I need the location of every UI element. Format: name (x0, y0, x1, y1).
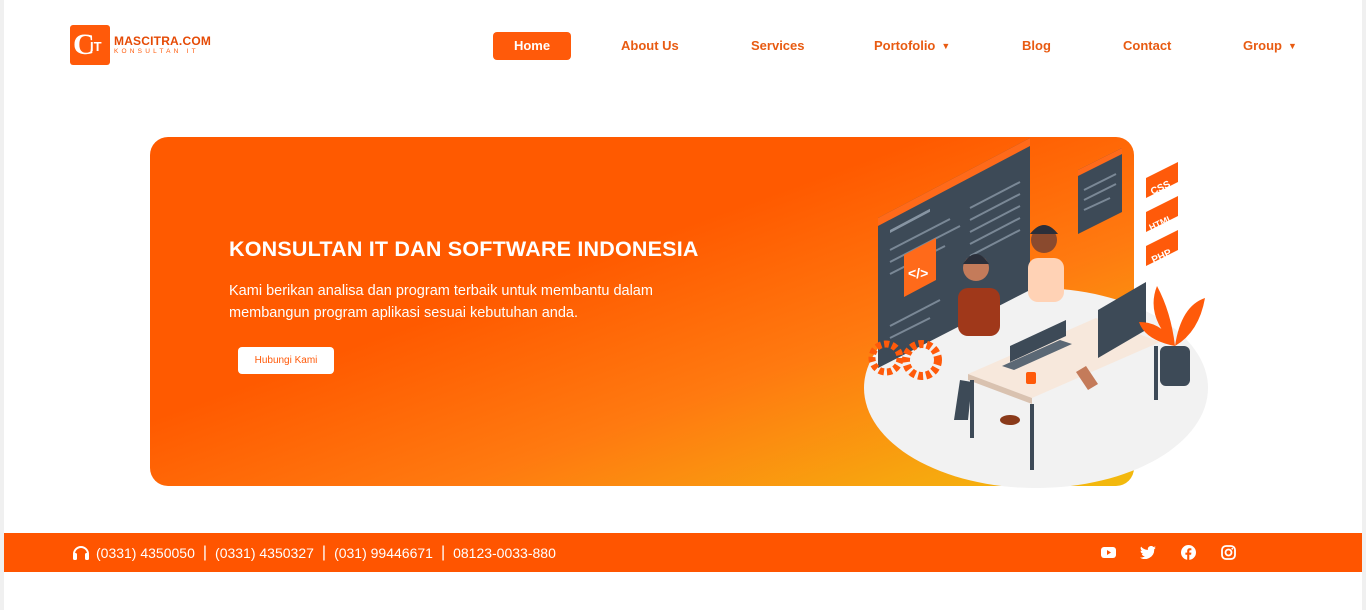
nav-portofolio-label: Portofolio (874, 38, 936, 53)
chevron-down-icon: ▼ (1288, 41, 1297, 51)
person-1-body (958, 288, 1000, 336)
separator: | (202, 543, 208, 561)
tag-css: CSS (1146, 162, 1178, 198)
brand-name: MASCITRA.COM (114, 34, 212, 48)
phone-number[interactable]: (031) 99446671 (334, 545, 433, 561)
chevron-down-icon: ▼ (941, 41, 951, 51)
plant-pot (1160, 346, 1190, 386)
logo-text: MASCITRA.COM KONSULTAN IT (114, 34, 211, 56)
phone-number[interactable]: (0331) 4350327 (215, 545, 314, 561)
headset-icon (72, 544, 90, 562)
nav-blog-label: Blog (1022, 38, 1051, 53)
nav-about-us[interactable]: About Us (621, 32, 679, 60)
nav-blog[interactable]: Blog (1022, 32, 1051, 60)
nav-services[interactable]: Services (751, 32, 805, 60)
separator: | (440, 543, 446, 561)
hero-illustration: </> CSS HTML PHP (864, 138, 1208, 488)
twitter-icon[interactable] (1138, 542, 1158, 562)
person-2-body (1028, 258, 1064, 302)
social-links (1098, 542, 1238, 562)
page-border-left (0, 0, 4, 610)
page-border-right (1362, 0, 1366, 610)
coffee-cup (1026, 372, 1036, 384)
tag-php: PHP (1146, 230, 1178, 266)
hero-description: Kami berikan analisa dan program terbaik… (229, 283, 653, 321)
brand-tagline: KONSULTAN IT (114, 48, 199, 55)
nav-contact[interactable]: Contact (1123, 32, 1171, 60)
youtube-icon[interactable] (1098, 542, 1118, 562)
logo-mark: C IT (70, 25, 110, 65)
nav-about-label: About Us (621, 38, 679, 53)
nav-group-label: Group (1243, 38, 1282, 53)
nav-portofolio[interactable]: Portofolio ▼ (874, 32, 950, 60)
facebook-icon[interactable] (1178, 542, 1198, 562)
logo-it: IT (90, 39, 102, 54)
phone-number[interactable]: (0331) 4350050 (96, 545, 195, 561)
separator: | (321, 543, 327, 561)
hero-title: KONSULTAN IT DAN SOFTWARE INDONESIA (229, 237, 699, 261)
instagram-icon[interactable] (1218, 542, 1238, 562)
nav-contact-label: Contact (1123, 38, 1172, 53)
contact-bar: (0331) 4350050 | (0331) 4350327 | (031) … (4, 533, 1362, 572)
nav-home-label: Home (513, 38, 551, 53)
nav-group[interactable]: Group ▼ (1243, 32, 1297, 60)
phone-number[interactable]: 08123-0033-880 (453, 545, 556, 561)
nav-services-label: Services (751, 38, 805, 53)
site-logo[interactable]: C IT MASCITRA.COM KONSULTAN IT (70, 25, 211, 65)
nav-home[interactable]: Home (493, 32, 571, 60)
tag-html: HTML (1146, 196, 1178, 233)
phone-list: (0331) 4350050 | (0331) 4350327 | (031) … (72, 533, 556, 572)
code-badge-symbol: </> (908, 265, 928, 281)
contact-us-button[interactable]: Hubungi Kami (238, 347, 334, 374)
